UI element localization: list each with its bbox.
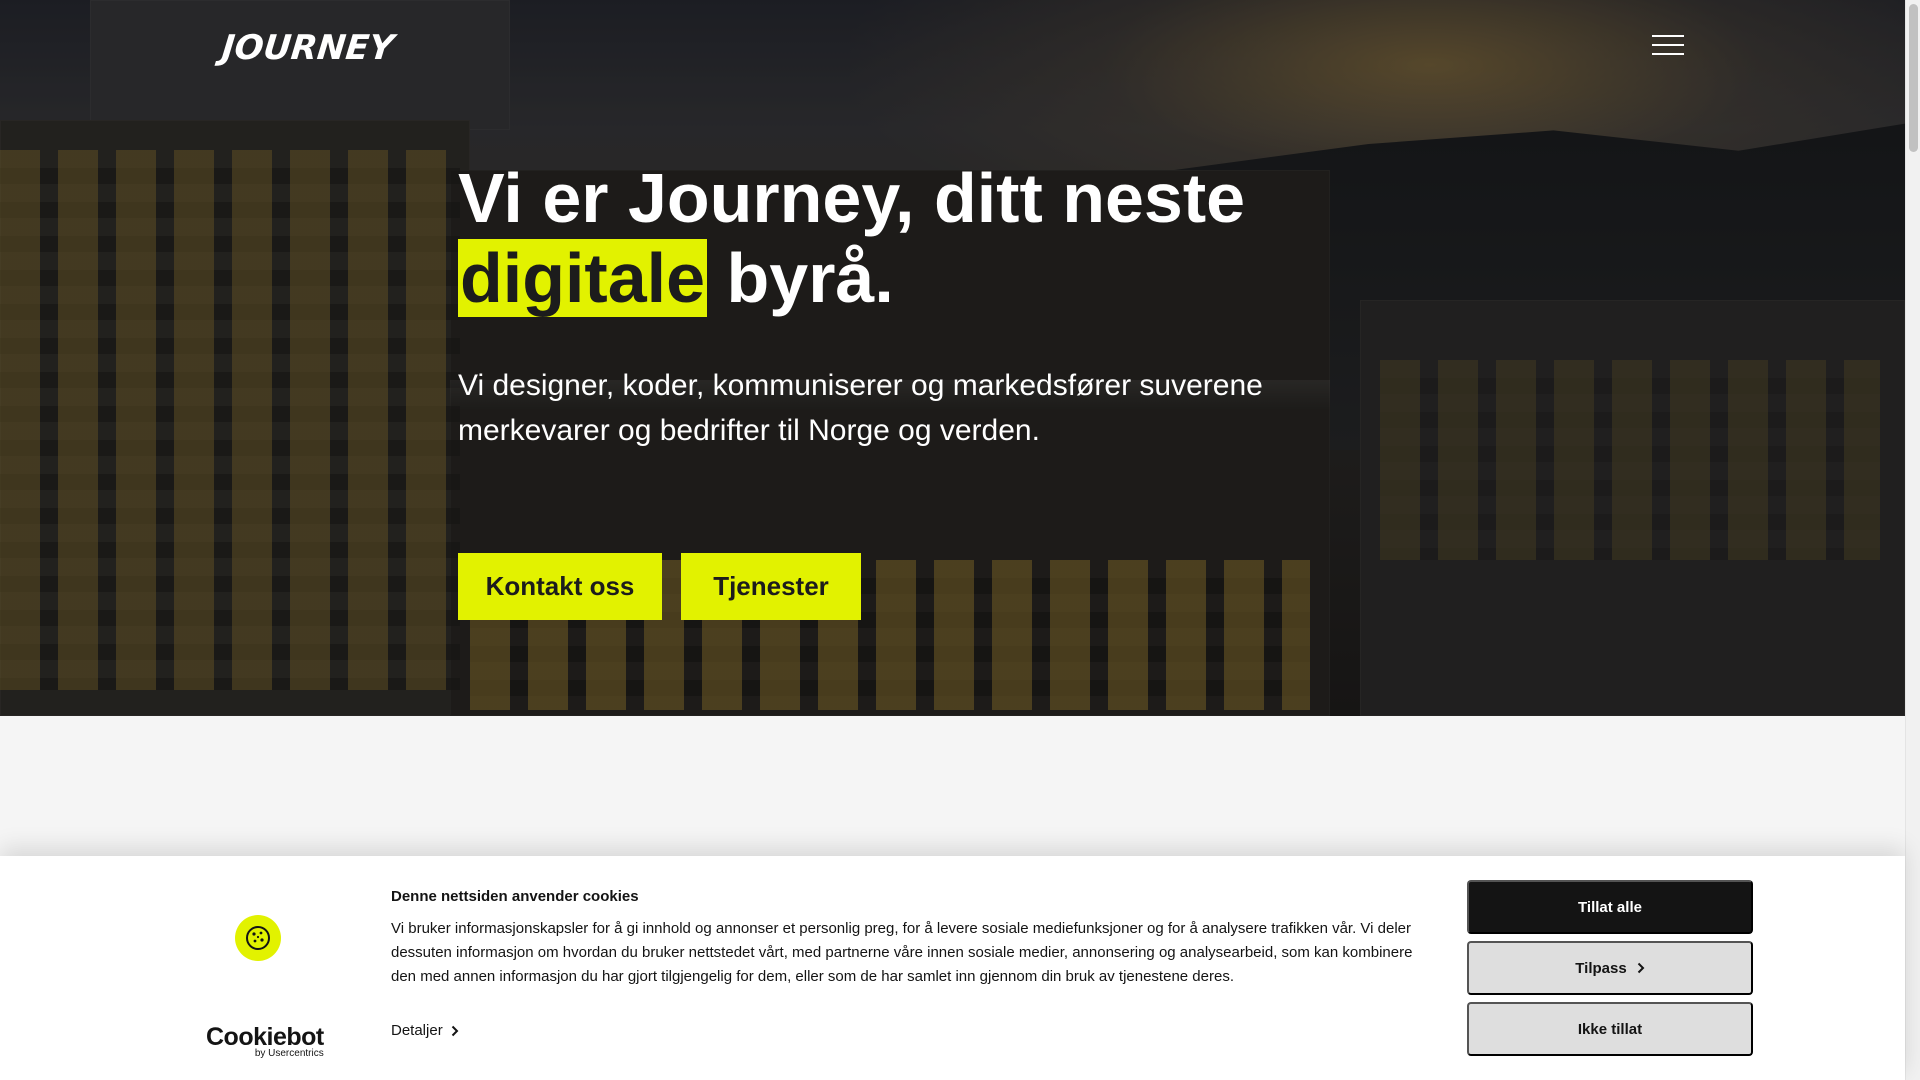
- customize-label: Tilpass: [1575, 959, 1627, 977]
- hero-overlay: [0, 0, 1905, 716]
- journey-logo[interactable]: JOURNEY: [220, 28, 396, 68]
- details-link[interactable]: Detaljer: [391, 1022, 459, 1039]
- deny-label: Ikke tillat: [1577, 1020, 1643, 1038]
- menu-line: [1652, 44, 1684, 46]
- cookiebot-name: Cookiebot: [206, 1023, 324, 1051]
- hero-headline: Vi er Journey, ditt neste digitale byrå.: [458, 158, 1318, 318]
- chevron-right-icon: [451, 1025, 459, 1036]
- cookiebot-logo[interactable]: Cookiebot by Usercentrics: [206, 1024, 324, 1059]
- details-label: Detaljer: [391, 1022, 443, 1039]
- menu-line: [1652, 53, 1684, 55]
- page-scrollbar[interactable]: [1905, 0, 1920, 1080]
- cookie-icon: [235, 915, 281, 961]
- hamburger-menu-icon[interactable]: [1652, 33, 1684, 57]
- headline-highlight: digitale: [458, 239, 708, 317]
- customize-button[interactable]: Tilpass: [1467, 941, 1753, 995]
- cookie-title: Denne nettsiden anvender cookies: [391, 888, 639, 905]
- scrollbar-thumb[interactable]: [1909, 4, 1918, 152]
- chevron-right-icon: [1637, 962, 1645, 974]
- cookie-glyph-icon: [246, 926, 270, 950]
- menu-line: [1652, 35, 1684, 37]
- hero-section: JOURNEY Vi er Journey, ditt neste digita…: [0, 0, 1905, 716]
- headline-suffix: byrå.: [726, 239, 894, 317]
- deny-button[interactable]: Ikke tillat: [1467, 1002, 1753, 1056]
- services-button[interactable]: Tjenester: [681, 553, 861, 620]
- allow-all-label: Tillat alle: [1578, 898, 1642, 916]
- contact-button[interactable]: Kontakt oss: [458, 553, 662, 620]
- hero-subtext: Vi designer, koder, kommuniserer og mark…: [458, 369, 1263, 447]
- headline-prefix: Vi er Journey, ditt neste: [458, 159, 1246, 237]
- cookie-body-text: Vi bruker informasjonskapsler for å gi i…: [391, 920, 1413, 985]
- allow-all-button[interactable]: Tillat alle: [1467, 880, 1753, 934]
